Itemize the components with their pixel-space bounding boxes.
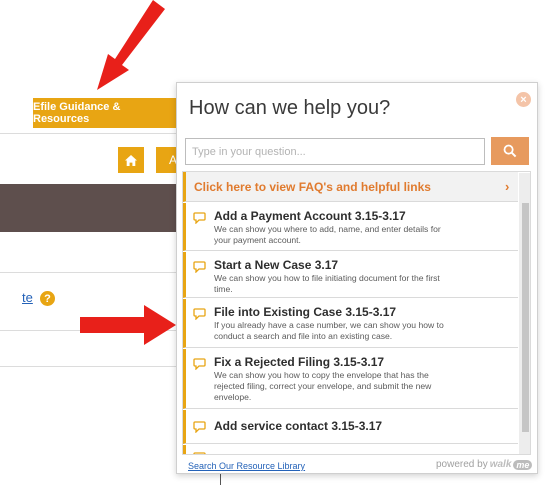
home-button[interactable] [118, 147, 144, 173]
chat-bubble-icon [193, 452, 206, 454]
search-input[interactable] [185, 138, 485, 165]
list-item[interactable]: File into Existing Case 3.15-3.17 If you… [183, 299, 518, 348]
chat-bubble-icon [193, 421, 206, 433]
search-button[interactable] [491, 137, 529, 165]
arrow-pointer-top [97, 0, 165, 90]
partial-link[interactable]: te [22, 290, 33, 305]
list-item[interactable]: Add a Payment Account 3.15-3.17 We can s… [183, 203, 518, 251]
chat-bubble-icon [193, 308, 206, 320]
powered-by-walkme: powered by walk me [436, 459, 533, 470]
powered-by-label: powered by [436, 459, 488, 470]
header-divider [0, 133, 180, 134]
home-icon [125, 154, 137, 166]
list-item-partial[interactable] [183, 445, 518, 454]
faq-link-row[interactable]: Click here to view FAQ's and helpful lin… [183, 172, 518, 202]
help-widget: How can we help you? × Click here to vie… [176, 82, 538, 474]
suggestion-list: Click here to view FAQ's and helpful lin… [182, 171, 531, 455]
item-title: Fix a Rejected Filing 3.15-3.17 [214, 355, 385, 369]
close-icon[interactable]: × [516, 92, 531, 107]
arrow-pointer-middle [80, 305, 176, 345]
item-title: File into Existing Case 3.15-3.17 [214, 305, 397, 319]
chevron-right-icon: › [505, 179, 510, 194]
widget-title: How can we help you? [189, 97, 391, 119]
list-item[interactable]: Add service contact 3.15-3.17 [183, 410, 518, 444]
item-title: Add a Payment Account 3.15-3.17 [214, 209, 406, 223]
chat-bubble-icon [193, 261, 206, 273]
list-item[interactable]: Start a New Case 3.17 We can show you ho… [183, 252, 518, 298]
walkme-logo-walk: walk [489, 459, 512, 470]
list-item[interactable]: Fix a Rejected Filing 3.15-3.17 We can s… [183, 349, 518, 409]
panel-divider-top [0, 272, 178, 273]
chat-bubble-icon [193, 212, 206, 224]
search-icon [503, 144, 517, 158]
page-banner [0, 184, 178, 232]
item-title: Add service contact 3.15-3.17 [214, 419, 383, 433]
scrollbar-thumb[interactable] [522, 203, 529, 432]
help-icon[interactable]: ? [40, 291, 55, 306]
walkme-logo-me: me [513, 459, 533, 470]
panel-divider-bottom [0, 366, 178, 367]
item-description: We can show you how to file initiating d… [214, 273, 440, 294]
resource-library-link[interactable]: Search Our Resource Library [188, 461, 305, 471]
item-description: We can show you where to add, name, and … [214, 224, 441, 245]
item-title: Start a New Case 3.17 [214, 258, 339, 272]
nav-button-partial[interactable]: A [156, 147, 178, 173]
item-description: If you already have a case number, we ca… [214, 320, 444, 341]
faq-link-label: Click here to view FAQ's and helpful lin… [194, 180, 431, 194]
efile-guidance-button[interactable]: Efile Guidance & Resources [33, 98, 179, 128]
chat-bubble-icon [193, 358, 206, 370]
item-description: We can show you how to copy the envelope… [214, 370, 432, 402]
